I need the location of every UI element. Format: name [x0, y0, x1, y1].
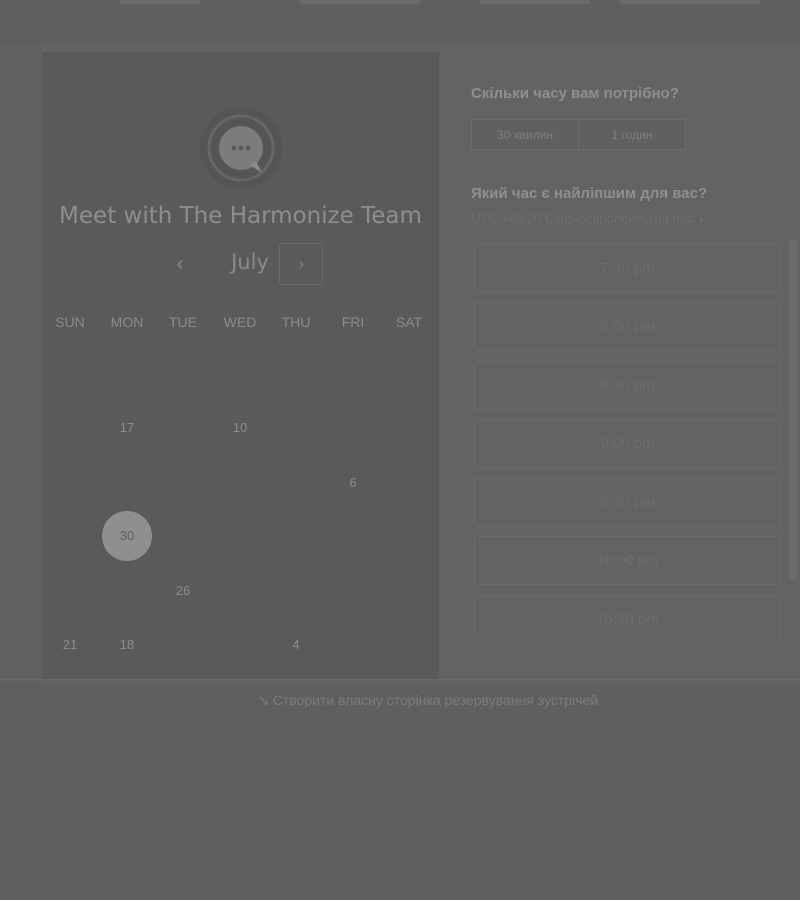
calendar-day[interactable]: 17: [102, 403, 152, 453]
time-slot[interactable]: 10:30 pm: [474, 595, 781, 638]
calendar-card: Meet with The Harmonize Team ‹ July › SU…: [42, 52, 439, 679]
calendar-day[interactable]: 21: [45, 620, 95, 670]
calendar-day-selected[interactable]: 30: [102, 511, 152, 561]
weekday-fri: FRI: [341, 314, 365, 330]
duration-question: Скільки часу вам потрібно?: [471, 85, 679, 102]
time-slot[interactable]: 10:00 pm: [474, 536, 781, 585]
chat-bubble-icon: [207, 114, 275, 182]
top-bar: [0, 0, 800, 45]
next-month-button[interactable]: ›: [279, 243, 323, 285]
time-slot[interactable]: 7:30 pm: [474, 244, 781, 293]
weekday-thu: THU: [281, 314, 311, 330]
duration-1hour-button[interactable]: 1 годин: [578, 119, 686, 150]
weekday-sun: SUN: [55, 314, 85, 330]
footer-divider: [0, 679, 800, 680]
calendar-day[interactable]: 18: [102, 620, 152, 670]
pointer-icon: ↘: [258, 692, 270, 708]
time-slot-list[interactable]: 7:30 pm 8:00 pm 8:30 pm 9:00 pm 9:30 pm …: [474, 244, 784, 638]
calendar-day[interactable]: 6: [328, 458, 378, 508]
harmonize-logo: [200, 107, 282, 189]
top-nav-ghost: [480, 0, 590, 4]
create-booking-page-link[interactable]: ↘ Створити власну сторінка резервування з…: [258, 692, 598, 709]
booking-title: Meet with The Harmonize Team: [59, 203, 422, 229]
top-nav-ghost: [120, 0, 200, 4]
chevron-right-icon: ›: [298, 254, 304, 274]
previous-month-button[interactable]: ‹: [168, 252, 192, 276]
create-booking-page-label: Створити власну сторінка резервування зу…: [272, 692, 599, 708]
calendar-day[interactable]: 4: [271, 620, 321, 670]
slot-scrollbar[interactable]: [790, 240, 797, 580]
weekday-sat: SAT: [395, 314, 423, 330]
time-slot[interactable]: 8:00 pm: [474, 302, 781, 351]
time-slot[interactable]: 9:30 pm: [474, 478, 781, 527]
time-slot[interactable]: 8:30 pm: [474, 361, 781, 410]
calendar-day[interactable]: 26: [158, 566, 208, 616]
duration-30min-button[interactable]: 30 хвилин: [471, 119, 579, 150]
time-slot[interactable]: 9:00 pm: [474, 419, 781, 468]
footer: ↘ Створити власну сторінка резервування з…: [44, 684, 800, 724]
weekday-mon: MON: [110, 314, 144, 330]
month-label: July: [231, 250, 269, 274]
timezone-label: UTC +03:00 Східноєвропейський час: [471, 211, 693, 226]
left-strip: [0, 44, 43, 684]
time-question: Який час є найліпшим для вас?: [471, 185, 708, 202]
calendar-day[interactable]: 10: [215, 403, 265, 453]
caret-down-icon: ▾: [698, 215, 704, 225]
top-nav-ghost: [300, 0, 420, 4]
weekday-wed: WED: [223, 314, 257, 330]
chevron-left-icon: ‹: [176, 253, 184, 275]
weekday-tue: TUE: [169, 314, 197, 330]
top-nav-ghost: [620, 0, 760, 4]
timezone-select[interactable]: UTC +03:00 Східноєвропейський час ▾: [471, 211, 704, 226]
